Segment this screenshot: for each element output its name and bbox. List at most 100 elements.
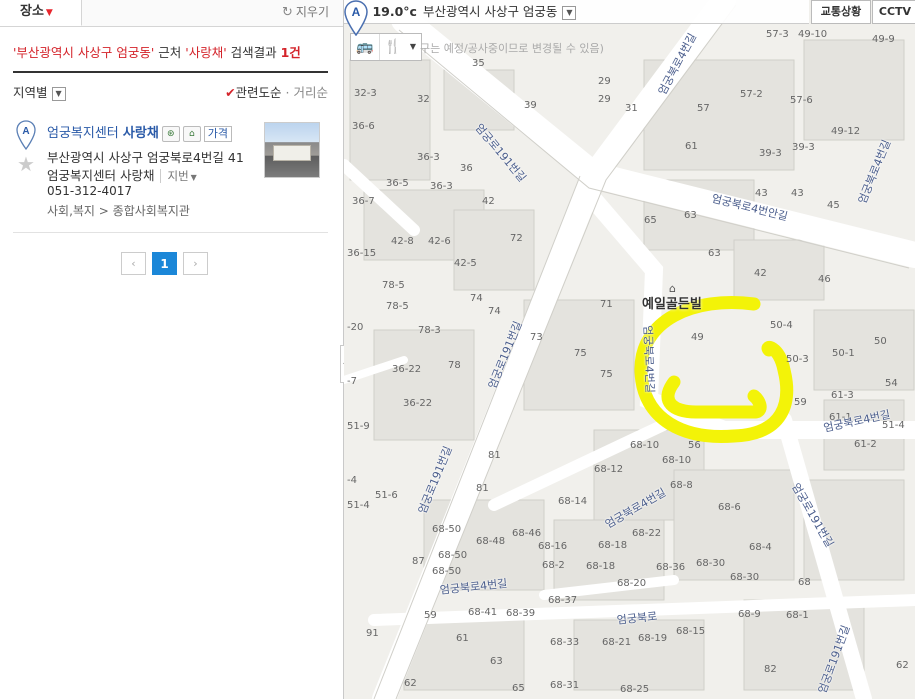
lot-label: 62 — [896, 660, 909, 671]
sort-separator: · — [281, 85, 294, 100]
next-page-button[interactable]: › — [183, 252, 208, 275]
lot-label: 42 — [482, 196, 495, 207]
lot-label: 50-4 — [770, 320, 793, 331]
lot-label: 81 — [476, 483, 489, 494]
location-icon[interactable]: ⊛ — [161, 125, 180, 142]
traffic-button[interactable]: 교통상황 — [811, 0, 871, 24]
lot-label: 68-39 — [506, 608, 536, 619]
sort-relevance[interactable]: 관련도순 — [236, 85, 282, 100]
prev-page-button[interactable]: ‹ — [121, 252, 146, 275]
panel-tabs: 장소 ▼ ↻ 지우기 — [0, 0, 343, 27]
lot-label: 74 — [470, 293, 483, 304]
map-pin-a[interactable]: A — [344, 0, 368, 36]
lot-label: 68-21 — [602, 637, 632, 648]
lot-label: 50-1 — [832, 348, 855, 359]
lot-label: 68-14 — [558, 496, 588, 507]
lot-label: 68-18 — [598, 540, 628, 551]
place-address-name: 엄궁복지센터 사랑채 — [47, 168, 155, 183]
tab-place[interactable]: 장소 ▼ — [0, 0, 82, 26]
lot-label: 57-6 — [790, 95, 813, 106]
page-1-button[interactable]: 1 — [152, 252, 177, 275]
marker-label: A — [22, 126, 29, 137]
lot-label: -20 — [347, 322, 364, 333]
lot-label: 81 — [488, 450, 501, 461]
lot-label: 68-50 — [432, 524, 462, 535]
chevron-down-icon: ▼ — [190, 173, 197, 182]
restaurant-icon[interactable]: 🍴 — [380, 34, 406, 60]
place-address: 부산광역시 사상구 엄궁북로4번길 41 — [47, 150, 244, 165]
location-dropdown-button[interactable]: ▼ — [562, 5, 577, 20]
lot-label: 49-9 — [872, 34, 895, 45]
cctv-button[interactable]: CCTV — [872, 0, 915, 24]
lot-label: 45 — [827, 200, 840, 211]
lot-label: 57-2 — [740, 89, 763, 100]
lot-label: 68-18 — [586, 561, 616, 572]
place-address-detail: 엄궁복지센터 사랑채 지번 ▼ — [47, 165, 197, 184]
lot-label: -4 — [347, 475, 357, 486]
lot-label: 68-9 — [738, 609, 761, 620]
lot-label: 50-3 — [786, 354, 809, 365]
lot-label: 68-19 — [638, 633, 668, 644]
lot-label: 36-7 — [352, 196, 375, 207]
jibun-toggle[interactable]: 지번 ▼ — [160, 169, 197, 183]
lot-label: 42-5 — [454, 258, 477, 269]
lot-label: 68-22 — [632, 528, 662, 539]
place-thumbnail[interactable] — [264, 122, 320, 178]
search-panel: 장소 ▼ ↻ 지우기 '부산광역시 사상구 엄궁동' 근처 '사랑채' 검색결과 1… — [0, 0, 344, 699]
region-filter[interactable]: 지역별 ▼ — [13, 82, 66, 101]
lot-label: 68-30 — [696, 558, 726, 569]
lot-label: 68-37 — [548, 595, 578, 606]
lot-label: 68-8 — [670, 480, 693, 491]
price-button[interactable]: 가격 — [203, 125, 233, 142]
check-icon: ✔ — [225, 85, 236, 100]
lot-label: 51-9 — [347, 421, 370, 432]
lot-label: 68-15 — [676, 626, 706, 637]
clear-button[interactable]: ↻ 지우기 — [282, 3, 329, 20]
lot-label: 36-3 — [417, 152, 440, 163]
lot-label: 42 — [754, 268, 767, 279]
lot-label: 68-36 — [656, 562, 686, 573]
weather-temperature: 19.0°c — [372, 4, 417, 19]
lot-label: 75 — [574, 348, 587, 359]
lot-label: 39-3 — [792, 142, 815, 153]
map-notice: 구는 예정/공사중이므로 변경될 수 있음) — [420, 42, 604, 55]
lot-label: 78 — [448, 360, 461, 371]
lot-label: 87 — [412, 556, 425, 567]
lot-label: 68-10 — [662, 455, 692, 466]
lot-label: 63 — [684, 210, 697, 221]
lot-label: 78-3 — [418, 325, 441, 336]
lot-label: 68-31 — [550, 680, 580, 691]
lot-label: 56 — [688, 440, 701, 451]
map-marker-icon: A — [16, 120, 36, 150]
summary-query-keyword: '사랑채' — [185, 45, 227, 60]
lot-label: 72 — [510, 233, 523, 244]
lot-label: 75 — [600, 369, 613, 380]
lot-label: 43 — [791, 188, 804, 199]
lot-label: 42-8 — [391, 236, 414, 247]
lot-label: 49 — [691, 332, 704, 343]
list-item[interactable]: A ★ 엄궁복지센터 사랑채 ⊛ ⌂ 가격 부산광역시 사상구 엄궁북로4번길 41 … — [13, 112, 328, 233]
lot-label: 29 — [598, 76, 611, 87]
lot-label: 49-12 — [831, 126, 861, 137]
sort-options: ✔관련도순 · 거리순 — [225, 82, 328, 101]
lot-label: 36-5 — [386, 178, 409, 189]
map-view[interactable]: 57-3 49-10 49-9 35 29 32-3 32 29 31 57-2… — [344, 0, 915, 699]
chevron-down-icon[interactable]: ▼ — [406, 34, 420, 60]
lot-label: 36-22 — [392, 364, 422, 375]
lot-label: 54 — [885, 378, 898, 389]
weather-bar: ☀19.0°c부산광역시 사상구 엄궁동▼ — [344, 0, 809, 24]
lot-label: 68-12 — [594, 464, 624, 475]
chevron-down-icon: ▼ — [45, 8, 53, 18]
sort-distance[interactable]: 거리순 — [293, 85, 328, 100]
lot-label: 62 — [404, 678, 417, 689]
lot-label: 65 — [644, 215, 657, 226]
lot-label: 36-6 — [352, 121, 375, 132]
car-icon[interactable]: ⌂ — [182, 125, 201, 142]
star-icon[interactable]: ★ — [17, 152, 35, 176]
building-label[interactable]: 예일골든빌 — [642, 293, 702, 312]
place-name[interactable]: 엄궁복지센터 사랑채 ⊛ ⌂ 가격 — [47, 122, 233, 142]
weather-location: 부산광역시 사상구 엄궁동 — [422, 4, 558, 19]
lot-label: 42-6 — [428, 236, 451, 247]
bus-icon[interactable]: 🚌 — [351, 34, 380, 60]
lot-label: 61-2 — [854, 439, 877, 450]
